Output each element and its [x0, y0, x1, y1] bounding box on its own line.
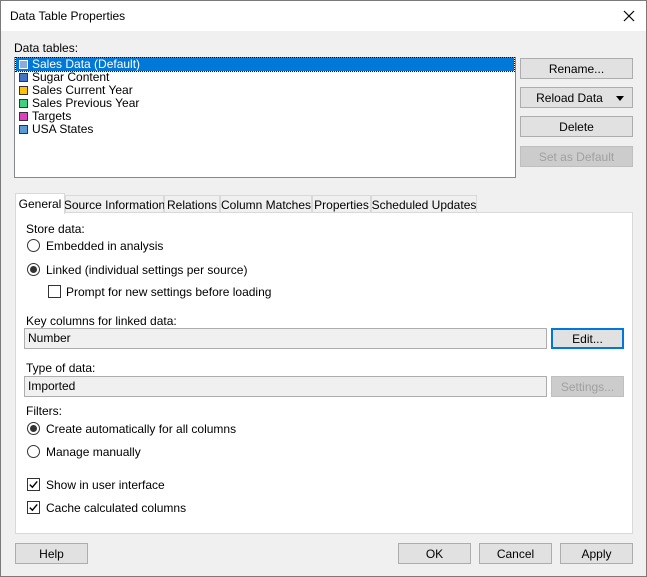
- set-as-default-button[interactable]: Set as Default: [520, 146, 633, 167]
- table-color-swatch: [19, 86, 28, 95]
- data-tables-list[interactable]: Sales Data (Default) Sugar Content Sales…: [14, 57, 516, 178]
- type-of-data-field[interactable]: Imported: [24, 376, 547, 397]
- dropdown-arrow-icon: [616, 96, 624, 101]
- table-color-swatch: [19, 112, 28, 121]
- table-color-swatch: [19, 73, 28, 82]
- reload-data-button[interactable]: Reload Data: [520, 87, 633, 108]
- edit-button[interactable]: Edit...: [551, 328, 624, 349]
- prompt-checkbox[interactable]: [48, 285, 61, 298]
- embedded-radio[interactable]: [27, 239, 40, 252]
- help-button[interactable]: Help: [15, 543, 88, 564]
- show-in-ui-label: Show in user interface: [46, 478, 165, 492]
- tab-column-matches[interactable]: Column Matches: [220, 195, 312, 213]
- checkmark-icon: [29, 480, 38, 489]
- checkmark-icon: [29, 503, 38, 512]
- manage-manually-radio[interactable]: [27, 445, 40, 458]
- window-title: Data Table Properties: [10, 9, 126, 23]
- delete-button[interactable]: Delete: [520, 116, 633, 137]
- ok-button[interactable]: OK: [398, 543, 471, 564]
- close-icon: [623, 10, 635, 22]
- cancel-button[interactable]: Cancel: [479, 543, 552, 564]
- tab-general[interactable]: General: [15, 193, 65, 214]
- cache-calculated-label: Cache calculated columns: [46, 501, 187, 515]
- embedded-label: Embedded in analysis: [46, 239, 164, 253]
- create-automatically-radio[interactable]: [27, 422, 40, 435]
- list-item-label: Sales Previous Year: [32, 96, 140, 110]
- title-bar: Data Table Properties: [1, 1, 646, 31]
- list-item-label: Sugar Content: [32, 70, 110, 84]
- tab-scheduled-updates[interactable]: Scheduled Updates: [371, 195, 477, 213]
- list-item-label: Sales Data (Default): [32, 57, 141, 71]
- list-item[interactable]: Sales Previous Year: [16, 97, 514, 110]
- key-columns-field[interactable]: Number: [24, 328, 547, 349]
- apply-button[interactable]: Apply: [560, 543, 633, 564]
- settings-button[interactable]: Settings...: [551, 376, 624, 397]
- type-of-data-label: Type of data:: [26, 361, 96, 375]
- table-color-swatch: [19, 99, 28, 108]
- show-in-ui-checkbox[interactable]: [27, 478, 40, 491]
- filters-label: Filters:: [26, 404, 62, 418]
- list-item-label: Targets: [32, 109, 72, 123]
- close-button[interactable]: [612, 1, 646, 31]
- general-tab-panel: Store data: Embedded in analysis Linked …: [15, 212, 633, 534]
- create-automatically-label: Create automatically for all columns: [46, 422, 237, 436]
- cache-calculated-checkbox[interactable]: [27, 501, 40, 514]
- linked-label: Linked (individual settings per source): [46, 263, 248, 277]
- rename-button[interactable]: Rename...: [520, 58, 633, 79]
- dialog-window: Data Table Properties Data tables: Sales…: [0, 0, 647, 577]
- linked-radio[interactable]: [27, 263, 40, 276]
- data-tables-label: Data tables:: [14, 41, 79, 55]
- list-item[interactable]: USA States: [16, 123, 514, 136]
- table-color-swatch: [19, 125, 28, 134]
- key-columns-label: Key columns for linked data:: [26, 314, 177, 328]
- reload-data-label: Reload Data: [536, 90, 603, 105]
- manage-manually-label: Manage manually: [46, 445, 141, 459]
- table-color-swatch: [19, 60, 28, 69]
- store-data-label: Store data:: [26, 222, 85, 236]
- list-item-label: USA States: [32, 122, 94, 136]
- list-item-label: Sales Current Year: [32, 83, 133, 97]
- prompt-label: Prompt for new settings before loading: [66, 285, 272, 299]
- tab-source-information[interactable]: Source Information: [64, 195, 165, 213]
- tab-relations[interactable]: Relations: [164, 195, 220, 213]
- tab-properties[interactable]: Properties: [312, 195, 371, 213]
